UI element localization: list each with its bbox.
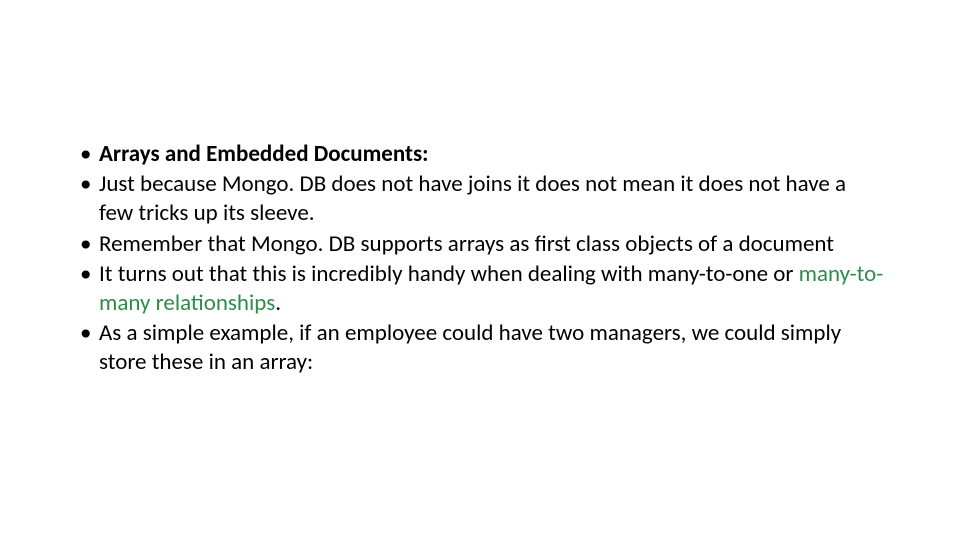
bullet-item-4: It turns out that this is incredibly han… xyxy=(75,260,885,318)
bullet-item-2: Just because Mongo. DB does not have joi… xyxy=(75,170,885,228)
bullet-item-5: As a simple example, if an employee coul… xyxy=(75,319,885,377)
bullet-text-5: As a simple example, if an employee coul… xyxy=(99,319,841,376)
bullet-text-3: Remember that Mongo. DB supports arrays … xyxy=(99,230,834,258)
bullet-text-2: Just because Mongo. DB does not have joi… xyxy=(99,170,846,227)
bullet-text-4-post: . xyxy=(275,289,281,317)
bullet-item-1: Arrays and Embedded Documents: xyxy=(75,140,885,169)
bullet-text-4-pre: It turns out that this is incredibly han… xyxy=(99,260,799,288)
bullet-list: Arrays and Embedded Documents: Just beca… xyxy=(75,140,885,378)
bullet-item-3: Remember that Mongo. DB supports arrays … xyxy=(75,230,885,259)
bullet-text-1: Arrays and Embedded Documents: xyxy=(99,140,428,168)
